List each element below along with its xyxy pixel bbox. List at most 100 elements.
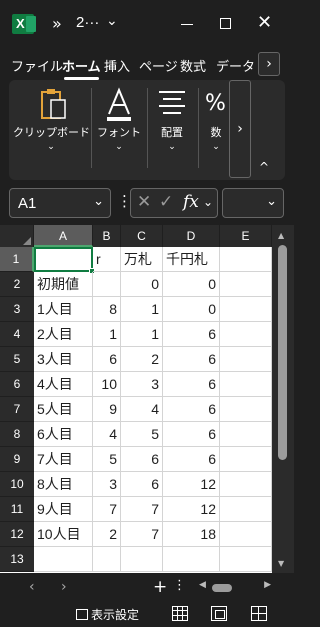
cell-e4[interactable] xyxy=(220,322,272,347)
ribbon-scroll-right-button[interactable]: › xyxy=(229,80,251,178)
row-header[interactable]: 10 xyxy=(0,472,34,497)
cell-d9[interactable]: 6 xyxy=(163,447,220,472)
cell-c12[interactable]: 7 xyxy=(121,522,163,547)
number-group[interactable]: % 数 ⌄ xyxy=(201,86,231,152)
insert-function-icon[interactable]: fx xyxy=(183,192,199,212)
cell-b5[interactable]: 6 xyxy=(93,347,121,372)
cell-c4[interactable]: 1 xyxy=(121,322,163,347)
cell-e7[interactable] xyxy=(220,397,272,422)
cell-b3[interactable]: 8 xyxy=(93,297,121,322)
cell-e11[interactable] xyxy=(220,497,272,522)
tab-file[interactable]: ファイル xyxy=(11,56,63,75)
row-header[interactable]: 4 xyxy=(0,322,34,347)
tabs-scroll-right-button[interactable]: › xyxy=(258,52,280,76)
cell-b4[interactable]: 1 xyxy=(93,322,121,347)
cell-c1[interactable]: 万札 xyxy=(121,247,163,272)
row-header[interactable]: 11 xyxy=(0,497,34,522)
cell-a11[interactable]: 9人目 xyxy=(34,497,93,522)
cancel-icon[interactable]: ✕ xyxy=(137,192,151,212)
cell-d5[interactable]: 6 xyxy=(163,347,220,372)
cell-b10[interactable]: 3 xyxy=(93,472,121,497)
cell-c9[interactable]: 6 xyxy=(121,447,163,472)
cell-d13[interactable] xyxy=(163,547,220,572)
cell-a5[interactable]: 3人目 xyxy=(34,347,93,372)
cell-c8[interactable]: 5 xyxy=(121,422,163,447)
cell-e12[interactable] xyxy=(220,522,272,547)
cell-b8[interactable]: 4 xyxy=(93,422,121,447)
cell-d2[interactable]: 0 xyxy=(163,272,220,297)
row-header[interactable]: 2 xyxy=(0,272,34,297)
cell-e8[interactable] xyxy=(220,422,272,447)
cell-b2[interactable] xyxy=(93,272,121,297)
cell-e1[interactable] xyxy=(220,247,272,272)
cell-e6[interactable] xyxy=(220,372,272,397)
cell-a6[interactable]: 4人目 xyxy=(34,372,93,397)
row-header[interactable]: 8 xyxy=(0,422,34,447)
cell-a7[interactable]: 5人目 xyxy=(34,397,93,422)
scroll-up-icon[interactable]: ▲ xyxy=(278,231,284,240)
column-header-e[interactable]: E xyxy=(220,225,272,247)
scroll-right-icon[interactable]: ▶ xyxy=(264,580,271,590)
cell-b6[interactable]: 10 xyxy=(93,372,121,397)
tab-formulas[interactable]: 数式 xyxy=(180,56,206,75)
close-icon[interactable]: ✕ xyxy=(257,12,272,33)
clipboard-group[interactable]: クリップボード ⌄ xyxy=(13,86,90,152)
vertical-scrollbar[interactable]: ▲ ▼ xyxy=(272,225,294,573)
select-all-button[interactable] xyxy=(0,225,34,247)
cell-e13[interactable] xyxy=(220,547,272,572)
chevron-down-icon[interactable]: ⌄ xyxy=(203,195,213,209)
row-header[interactable]: 9 xyxy=(0,447,34,472)
chevron-down-icon[interactable]: ⌄ xyxy=(266,194,277,209)
collapse-ribbon-icon[interactable]: ^ xyxy=(259,160,269,174)
cell-c3[interactable]: 1 xyxy=(121,297,163,322)
cell-d11[interactable]: 12 xyxy=(163,497,220,522)
cell-c7[interactable]: 4 xyxy=(121,397,163,422)
next-sheet-icon[interactable]: › xyxy=(61,579,67,595)
tab-home[interactable]: ホーム xyxy=(62,56,101,80)
row-header[interactable]: 3 xyxy=(0,297,34,322)
horizontal-scroll-thumb[interactable] xyxy=(212,584,232,592)
add-sheet-button[interactable]: + xyxy=(153,577,167,597)
cell-a9[interactable]: 7人目 xyxy=(34,447,93,472)
display-settings-button[interactable]: 表示設定 xyxy=(76,606,139,623)
cell-d8[interactable]: 6 xyxy=(163,422,220,447)
row-header[interactable]: 12 xyxy=(0,522,34,547)
page-break-view-icon[interactable] xyxy=(251,606,267,621)
page-layout-view-icon[interactable] xyxy=(211,606,227,621)
file-name[interactable]: 2··· xyxy=(76,14,99,31)
minimize-icon[interactable] xyxy=(181,24,193,25)
scroll-left-icon[interactable]: ◀ xyxy=(199,580,206,590)
cell-d10[interactable]: 12 xyxy=(163,472,220,497)
cell-b11[interactable]: 7 xyxy=(93,497,121,522)
cell-a2[interactable]: 初期値 xyxy=(34,272,93,297)
cell-d7[interactable]: 6 xyxy=(163,397,220,422)
column-header-b[interactable]: B xyxy=(93,225,121,247)
chevron-down-icon[interactable]: ⌄ xyxy=(106,13,118,29)
row-header[interactable]: 13 xyxy=(0,547,34,572)
cell-e3[interactable] xyxy=(220,297,272,322)
name-box[interactable]: A1 ⌄ xyxy=(9,188,111,218)
horizontal-scrollbar[interactable]: ◀ ▶ xyxy=(199,580,271,595)
scroll-down-icon[interactable]: ▼ xyxy=(278,559,284,568)
tab-page-layout[interactable]: ページ xyxy=(139,56,178,75)
font-group[interactable]: フォント ⌄ xyxy=(93,86,145,152)
vertical-scroll-thumb[interactable] xyxy=(278,245,287,460)
row-header[interactable]: 7 xyxy=(0,397,34,422)
cell-c11[interactable]: 7 xyxy=(121,497,163,522)
cell-c2[interactable]: 0 xyxy=(121,272,163,297)
cell-e10[interactable] xyxy=(220,472,272,497)
overflow-chevron-icon[interactable]: » xyxy=(52,14,62,33)
previous-sheet-icon[interactable]: ‹ xyxy=(29,579,35,595)
cell-d1[interactable]: 千円札 xyxy=(163,247,220,272)
column-header-c[interactable]: C xyxy=(121,225,163,247)
cell-d4[interactable]: 6 xyxy=(163,322,220,347)
cell-c10[interactable]: 6 xyxy=(121,472,163,497)
cell-c6[interactable]: 3 xyxy=(121,372,163,397)
normal-view-icon[interactable] xyxy=(172,606,188,621)
tab-data[interactable]: データ xyxy=(216,56,255,75)
cell-b12[interactable]: 2 xyxy=(93,522,121,547)
row-header[interactable]: 6 xyxy=(0,372,34,397)
cell-d12[interactable]: 18 xyxy=(163,522,220,547)
cell-b7[interactable]: 9 xyxy=(93,397,121,422)
cell-a1[interactable] xyxy=(34,247,93,272)
